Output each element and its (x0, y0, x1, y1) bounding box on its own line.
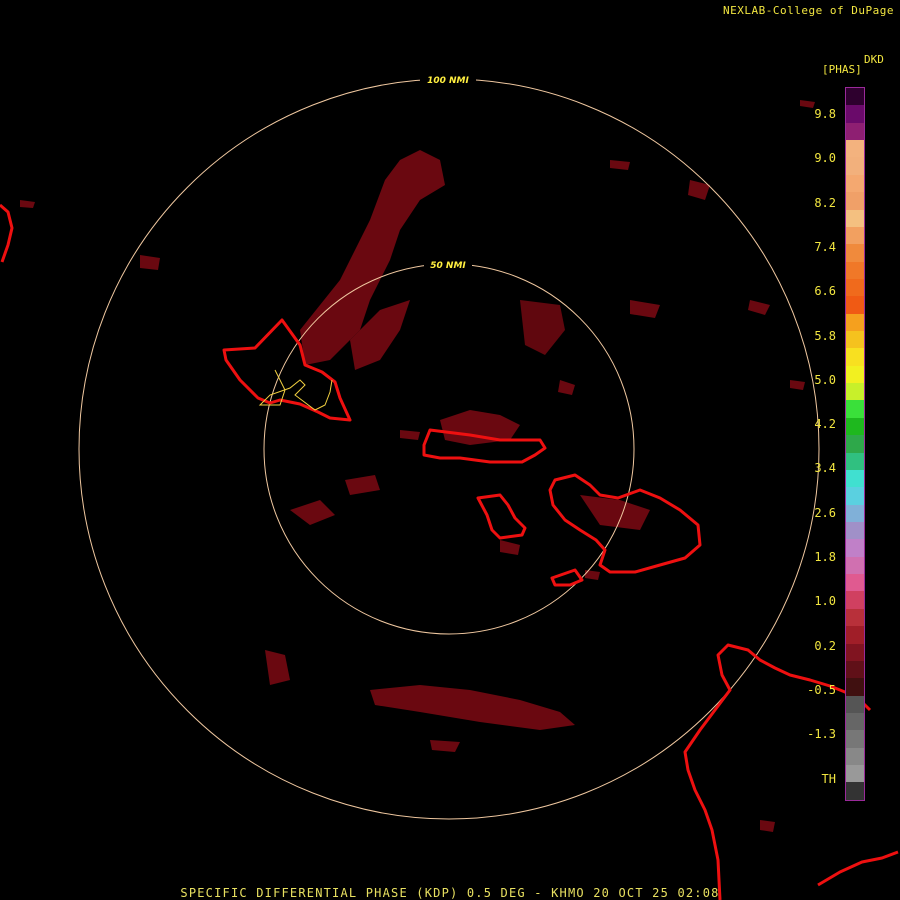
color-scale-tick: 7.4 (814, 239, 836, 254)
color-scale-tick: -1.3 (807, 727, 836, 742)
color-scale-tick: 1.8 (814, 550, 836, 564)
color-swatch (846, 626, 864, 644)
color-scale-tick: 0.2 (814, 638, 836, 653)
ring-100nmi-label: 100 NMI (427, 76, 469, 86)
color-swatch (846, 105, 864, 123)
color-swatch (846, 435, 864, 453)
color-scale-tick: 2.6 (814, 505, 836, 520)
color-swatch (846, 591, 864, 609)
color-swatch (846, 608, 864, 627)
lanai-outline (476, 493, 527, 540)
color-swatch (846, 452, 864, 470)
color-swatch (846, 122, 864, 141)
color-swatch (846, 539, 864, 557)
color-swatch (846, 296, 864, 314)
color-swatch (846, 643, 864, 661)
color-scale-tick: 4.2 (814, 417, 836, 432)
product-caption: SPECIFIC DIFFERENTIAL PHASE (KDP) 0.5 DE… (180, 886, 720, 900)
color-swatch (846, 417, 864, 436)
color-swatch (846, 365, 864, 384)
color-swatch (846, 244, 864, 262)
color-swatch (846, 400, 864, 418)
color-swatch (846, 469, 864, 488)
color-swatch (846, 331, 864, 349)
color-swatch (846, 678, 864, 696)
color-swatch (846, 226, 864, 245)
color-swatch (846, 174, 864, 193)
kahoolawe-outline (550, 568, 584, 587)
color-swatch (846, 209, 864, 227)
color-swatch (846, 660, 864, 679)
radar-echoes (20, 100, 815, 832)
color-scale-bar (845, 87, 865, 801)
color-swatch (846, 556, 864, 575)
kauai-outline (0, 203, 14, 263)
color-swatch (846, 782, 864, 800)
color-scale-tick: -0.5 (807, 682, 836, 697)
color-swatch (846, 278, 864, 297)
color-swatch (846, 504, 864, 522)
color-swatch (846, 313, 864, 332)
radar-map: 100 NMI 50 NMI (0, 73, 899, 900)
hawaii-big-island-outline (683, 643, 899, 900)
units-abbrev: DKD (864, 53, 884, 66)
color-swatch (846, 712, 864, 731)
color-swatch (846, 348, 864, 366)
color-scale-tick: 9.0 (814, 151, 836, 166)
color-swatch (846, 521, 864, 540)
color-swatch (846, 730, 864, 748)
color-swatch (846, 383, 864, 401)
color-swatch (846, 157, 864, 175)
color-swatch (846, 140, 864, 158)
color-swatch (846, 574, 864, 592)
color-swatch (846, 747, 864, 766)
color-scale-tick: TH (821, 771, 836, 786)
color-swatch (846, 695, 864, 713)
ring-50nmi-label: 50 NMI (430, 261, 466, 271)
units-name: [PHAS] (822, 63, 862, 76)
color-swatch (846, 88, 864, 106)
color-scale-tick: 6.6 (814, 284, 836, 299)
color-scale-tick: 1.0 (814, 594, 836, 609)
credit-label: NEXLAB-College of DuPage (723, 4, 894, 17)
color-swatch (846, 192, 864, 210)
color-scale-tick: 5.8 (814, 328, 836, 343)
color-scale-tick: 8.2 (814, 195, 836, 210)
color-swatch (846, 261, 864, 279)
color-swatch (846, 765, 864, 783)
color-swatch (846, 487, 864, 505)
color-scale-tick: 5.0 (814, 372, 836, 387)
color-scale-tick: 3.4 (814, 461, 836, 476)
color-scale-tick: 9.8 (814, 107, 836, 121)
